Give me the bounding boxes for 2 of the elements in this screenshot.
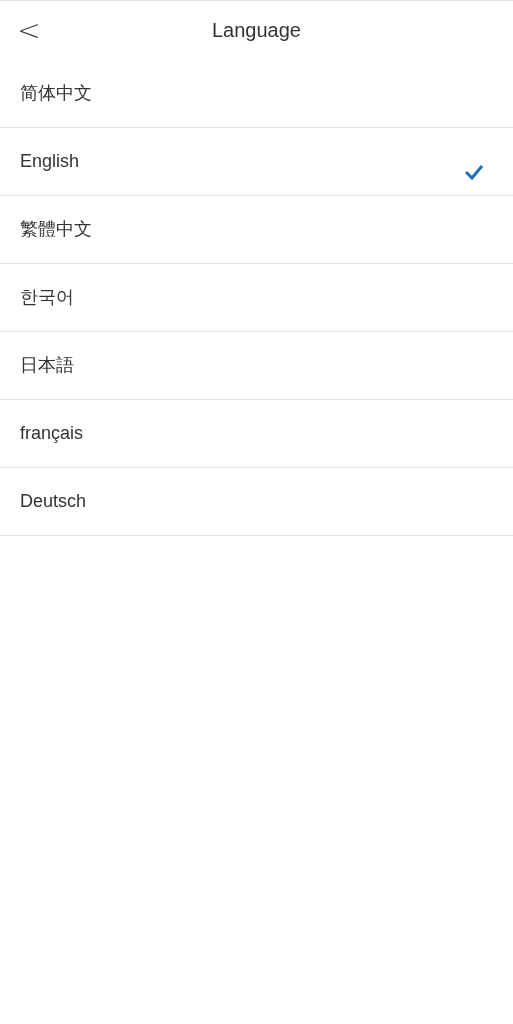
- page-title: Language: [212, 18, 301, 43]
- back-button[interactable]: <: [14, 13, 44, 49]
